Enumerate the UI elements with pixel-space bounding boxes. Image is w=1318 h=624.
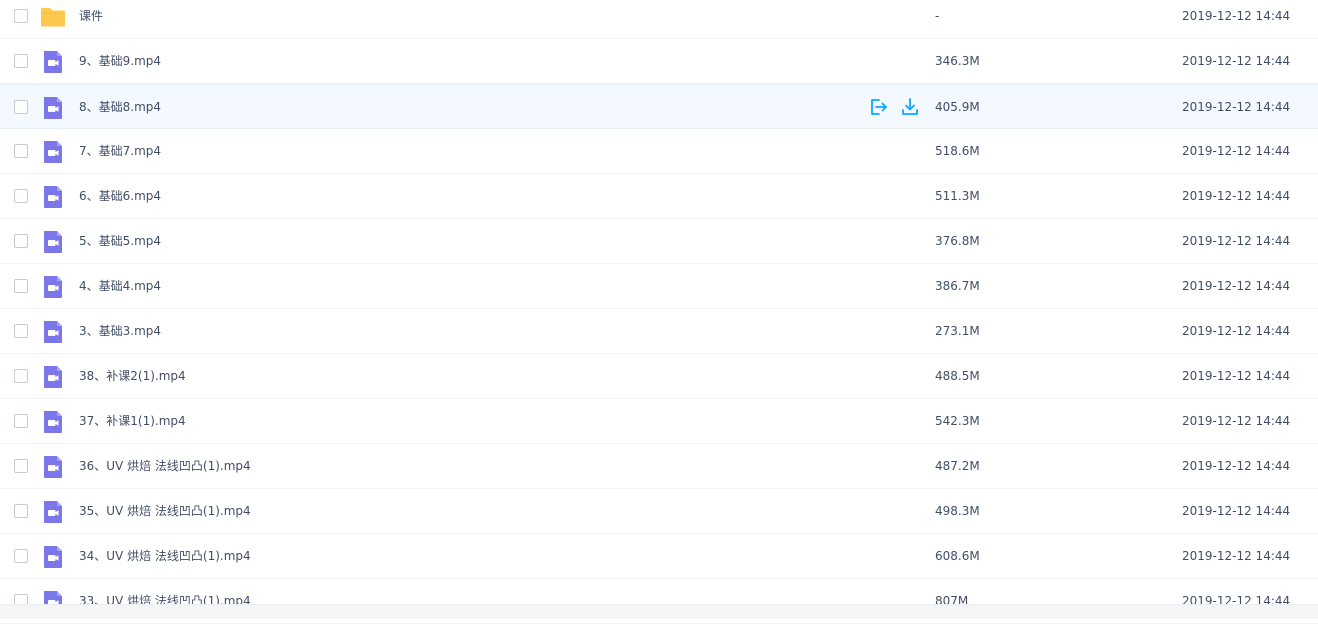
video-file-icon <box>40 139 66 165</box>
file-name[interactable]: 7、基础7.mp4 <box>79 143 161 159</box>
file-name[interactable]: 8、基础8.mp4 <box>79 99 161 115</box>
file-size: 518.6M <box>935 144 980 158</box>
video-file-icon <box>40 409 66 435</box>
video-file-icon <box>40 95 66 121</box>
file-list: 课件 - 2019-12-12 14:44 9、基础9.mp4 346.3M 2019-1… <box>0 0 1318 624</box>
video-file-icon <box>40 454 66 480</box>
file-row[interactable]: 4、基础4.mp4 386.7M 2019-12-12 14:44 <box>0 264 1318 309</box>
file-date: 2019-12-12 14:44 <box>1182 324 1291 338</box>
file-size: 498.3M <box>935 504 980 518</box>
file-name[interactable]: 37、补课1(1).mp4 <box>79 413 186 429</box>
row-actions <box>868 97 920 119</box>
file-row[interactable]: 5、基础5.mp4 376.8M 2019-12-12 14:44 <box>0 219 1318 264</box>
row-checkbox[interactable] <box>14 549 28 563</box>
file-size: 542.3M <box>935 414 980 428</box>
row-checkbox[interactable] <box>14 414 28 428</box>
file-row[interactable]: 9、基础9.mp4 346.3M 2019-12-12 14:44 <box>0 39 1318 84</box>
file-date: 2019-12-12 14:44 <box>1182 9 1291 23</box>
video-file-icon <box>40 49 66 75</box>
file-name[interactable]: 3、基础3.mp4 <box>79 323 161 339</box>
file-name[interactable]: 36、UV 烘焙 法线凹凸(1).mp4 <box>79 458 251 474</box>
row-checkbox[interactable] <box>14 324 28 338</box>
file-name[interactable]: 4、基础4.mp4 <box>79 278 161 294</box>
file-size: 488.5M <box>935 369 980 383</box>
row-checkbox[interactable] <box>14 279 28 293</box>
file-name[interactable]: 9、基础9.mp4 <box>79 53 161 69</box>
file-size: 608.6M <box>935 549 980 563</box>
row-checkbox[interactable] <box>14 9 28 23</box>
file-date: 2019-12-12 14:44 <box>1182 504 1291 518</box>
video-file-icon <box>40 499 66 525</box>
file-name[interactable]: 38、补课2(1).mp4 <box>79 368 186 384</box>
row-checkbox[interactable] <box>14 54 28 68</box>
video-file-icon <box>40 184 66 210</box>
file-row[interactable]: 3、基础3.mp4 273.1M 2019-12-12 14:44 <box>0 309 1318 354</box>
file-size: - <box>935 9 940 23</box>
file-size: 511.3M <box>935 189 980 203</box>
file-date: 2019-12-12 14:44 <box>1182 100 1291 114</box>
file-date: 2019-12-12 14:44 <box>1182 414 1291 428</box>
file-row[interactable]: 35、UV 烘焙 法线凹凸(1).mp4 498.3M 2019-12-12 14:… <box>0 489 1318 534</box>
file-size: 376.8M <box>935 234 980 248</box>
file-size: 487.2M <box>935 459 980 473</box>
file-row[interactable]: 7、基础7.mp4 518.6M 2019-12-12 14:44 <box>0 129 1318 174</box>
file-size: 405.9M <box>935 100 980 114</box>
file-size: 273.1M <box>935 324 980 338</box>
file-row[interactable]: 课件 - 2019-12-12 14:44 <box>0 0 1318 39</box>
video-file-icon <box>40 274 66 300</box>
file-row[interactable]: 36、UV 烘焙 法线凹凸(1).mp4 487.2M 2019-12-12 14:… <box>0 444 1318 489</box>
row-checkbox[interactable] <box>14 504 28 518</box>
file-name[interactable]: 6、基础6.mp4 <box>79 188 161 204</box>
file-date: 2019-12-12 14:44 <box>1182 279 1291 293</box>
file-date: 2019-12-12 14:44 <box>1182 189 1291 203</box>
row-checkbox[interactable] <box>14 234 28 248</box>
share-icon[interactable] <box>868 97 888 117</box>
file-row[interactable]: 38、补课2(1).mp4 488.5M 2019-12-12 14:44 <box>0 354 1318 399</box>
row-checkbox[interactable] <box>14 100 28 114</box>
file-row[interactable]: 6、基础6.mp4 511.3M 2019-12-12 14:44 <box>0 174 1318 219</box>
row-checkbox[interactable] <box>14 459 28 473</box>
file-date: 2019-12-12 14:44 <box>1182 459 1291 473</box>
file-size: 346.3M <box>935 54 980 68</box>
file-row[interactable]: 34、UV 烘焙 法线凹凸(1).mp4 608.6M 2019-12-12 14:… <box>0 534 1318 579</box>
file-row[interactable]: 37、补课1(1).mp4 542.3M 2019-12-12 14:44 <box>0 399 1318 444</box>
file-size: 386.7M <box>935 279 980 293</box>
row-checkbox[interactable] <box>14 144 28 158</box>
video-file-icon <box>40 544 66 570</box>
file-date: 2019-12-12 14:44 <box>1182 144 1291 158</box>
file-name[interactable]: 35、UV 烘焙 法线凹凸(1).mp4 <box>79 503 251 519</box>
file-name[interactable]: 5、基础5.mp4 <box>79 233 161 249</box>
row-checkbox[interactable] <box>14 189 28 203</box>
file-date: 2019-12-12 14:44 <box>1182 549 1291 563</box>
file-row[interactable]: 8、基础8.mp4 405.9M 2019-12-12 14:44 <box>0 84 1318 129</box>
row-checkbox[interactable] <box>14 369 28 383</box>
file-date: 2019-12-12 14:44 <box>1182 369 1291 383</box>
file-name[interactable]: 34、UV 烘焙 法线凹凸(1).mp4 <box>79 548 251 564</box>
file-name[interactable]: 课件 <box>79 8 103 24</box>
video-file-icon <box>40 229 66 255</box>
download-icon[interactable] <box>900 97 920 117</box>
video-file-icon <box>40 364 66 390</box>
file-date: 2019-12-12 14:44 <box>1182 54 1291 68</box>
video-file-icon <box>40 319 66 345</box>
file-date: 2019-12-12 14:44 <box>1182 234 1291 248</box>
horizontal-scrollbar[interactable] <box>0 604 1318 619</box>
folder-icon <box>40 4 66 30</box>
